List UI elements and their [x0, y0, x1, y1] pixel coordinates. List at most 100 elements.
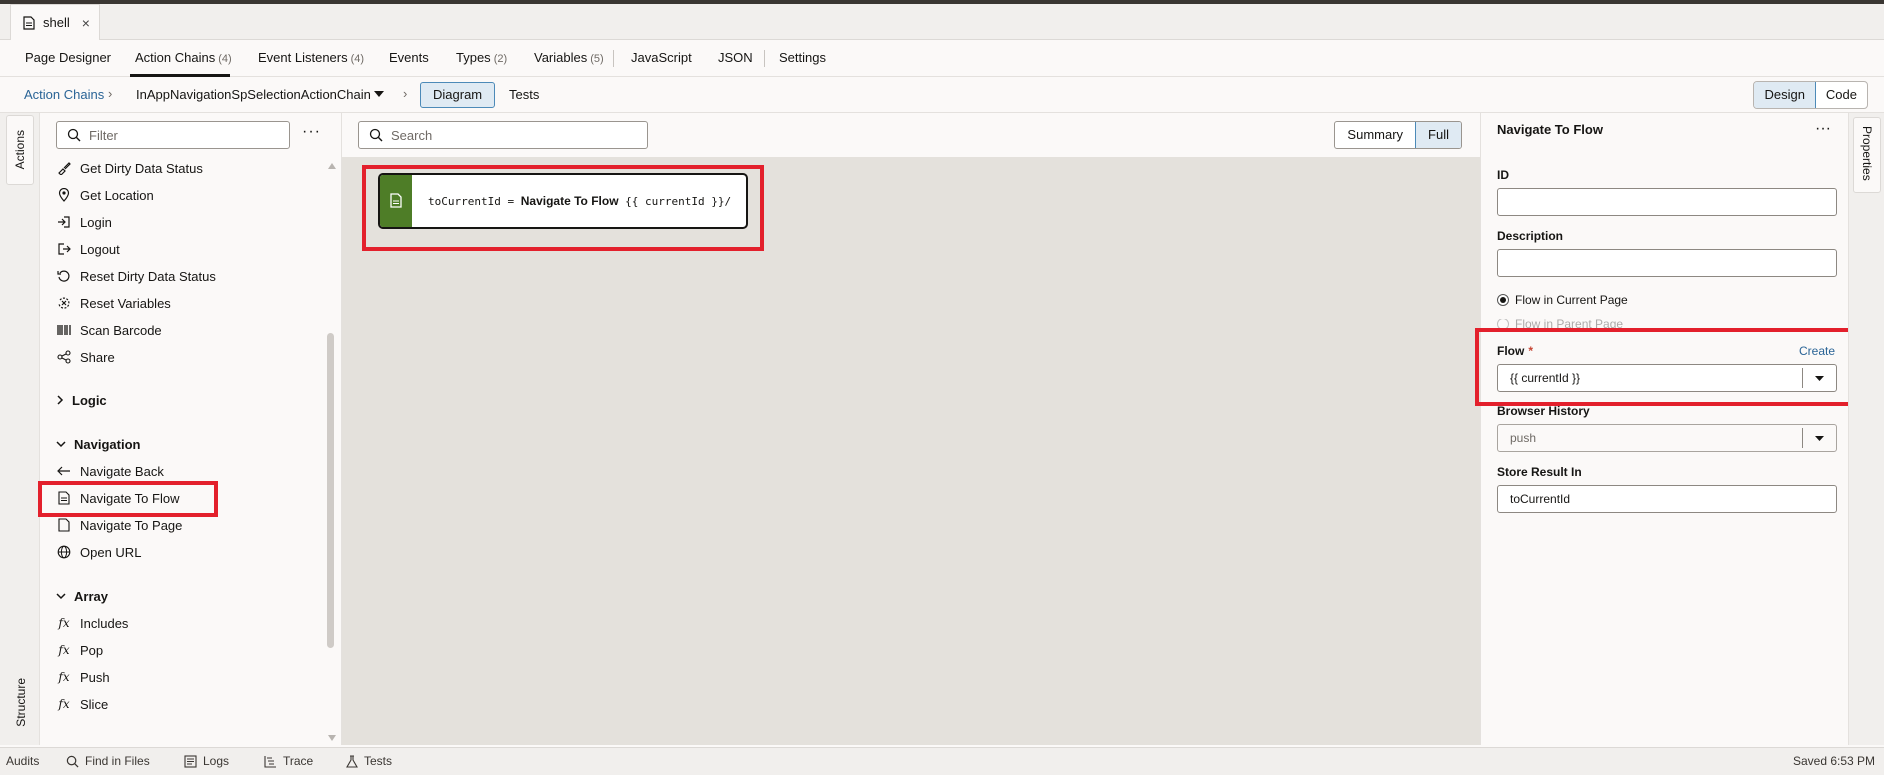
- status-label: Find in Files: [85, 754, 150, 768]
- tests-button[interactable]: Tests: [496, 82, 552, 108]
- status-label: Trace: [283, 754, 314, 768]
- right-tab-rail: Properties: [1848, 113, 1884, 745]
- palette-item-get-location[interactable]: Get Location: [56, 184, 154, 206]
- diagram-button[interactable]: Diagram: [420, 82, 496, 108]
- palette-item-pop[interactable]: fx Pop: [56, 639, 103, 661]
- breadcrumb-action-chains-link[interactable]: Action Chains: [24, 87, 104, 102]
- palette-item-navigate-back[interactable]: Navigate Back: [56, 460, 164, 482]
- file-doc-icon: [23, 15, 35, 30]
- palette-item-push[interactable]: fx Push: [56, 666, 110, 688]
- actions-palette: Filter ··· Get Dirty Data Status Get Loc…: [38, 113, 342, 745]
- tab-label: Types: [456, 50, 491, 65]
- section-label: Navigation: [74, 436, 141, 452]
- breadcrumb: Action Chains › InAppNavigationSpSelecti…: [0, 77, 1884, 113]
- tab-label: JavaScript: [631, 50, 692, 65]
- browser-history-select[interactable]: push: [1497, 424, 1837, 452]
- tab-label: Settings: [779, 50, 826, 65]
- search-icon: [67, 128, 81, 142]
- login-icon: [56, 214, 72, 230]
- full-button[interactable]: Full: [1415, 122, 1461, 148]
- tab-json[interactable]: JSON: [718, 50, 753, 65]
- filter-input[interactable]: Filter: [56, 121, 290, 149]
- tab-count: (2): [493, 53, 508, 65]
- palette-item-scan-barcode[interactable]: Scan Barcode: [56, 319, 162, 341]
- tab-event-listeners[interactable]: Event Listeners (4): [258, 50, 364, 65]
- code-button[interactable]: Code: [1816, 82, 1867, 108]
- palette-item-label: Share: [80, 349, 115, 365]
- tab-count: (5): [590, 53, 604, 65]
- status-logs[interactable]: Logs: [184, 754, 229, 768]
- more-options-icon[interactable]: ···: [1815, 120, 1831, 138]
- description-input[interactable]: [1497, 249, 1837, 277]
- close-icon[interactable]: ×: [82, 15, 90, 31]
- tab-events[interactable]: Events: [389, 50, 429, 65]
- status-audits[interactable]: Audits: [6, 754, 39, 768]
- section-label: Array: [74, 588, 108, 604]
- status-tests[interactable]: Tests: [346, 754, 392, 768]
- tab-types[interactable]: Types (2): [456, 50, 507, 65]
- caret-down-icon[interactable]: [374, 91, 384, 97]
- search-icon: [369, 128, 383, 142]
- tab-variables[interactable]: Variables (5): [534, 50, 604, 65]
- chevron-right-icon: ›: [403, 86, 408, 101]
- actions-rail-tab[interactable]: Actions: [6, 115, 34, 185]
- tab-page-designer[interactable]: Page Designer: [25, 50, 111, 65]
- tab-action-chains[interactable]: Action Chains (4): [135, 50, 232, 65]
- tab-separator: [613, 50, 614, 67]
- share-icon: [56, 349, 72, 365]
- palette-item-label: Reset Variables: [80, 295, 171, 311]
- status-trace[interactable]: Trace: [264, 754, 313, 768]
- id-input[interactable]: [1497, 188, 1837, 216]
- tab-settings[interactable]: Settings: [779, 50, 826, 65]
- section-array[interactable]: Array: [56, 585, 108, 607]
- tab-javascript[interactable]: JavaScript: [631, 50, 692, 65]
- palette-item-login[interactable]: Login: [56, 211, 112, 233]
- tab-count: (4): [218, 53, 232, 65]
- design-button[interactable]: Design: [1754, 82, 1816, 108]
- section-navigation[interactable]: Navigation: [56, 433, 140, 455]
- scroll-up-icon[interactable]: [328, 163, 336, 169]
- properties-rail-label: Properties: [1860, 126, 1874, 181]
- breadcrumb-current-chain[interactable]: InAppNavigationSpSelectionActionChain: [136, 87, 371, 102]
- status-find-in-files[interactable]: Find in Files: [66, 754, 150, 768]
- properties-title: Navigate To Flow: [1497, 122, 1603, 137]
- palette-item-reset-variables[interactable]: Reset Variables: [56, 292, 171, 314]
- palette-scrollbar[interactable]: [327, 333, 334, 648]
- palette-item-label: Scan Barcode: [80, 322, 162, 338]
- fx-icon: fx: [58, 616, 70, 630]
- store-result-input[interactable]: toCurrentId: [1497, 485, 1837, 513]
- palette-item-slice[interactable]: fx Slice: [56, 693, 108, 715]
- chevron-right-icon: [56, 395, 64, 405]
- palette-item-share[interactable]: Share: [56, 346, 115, 368]
- fx-icon: fx: [58, 643, 70, 657]
- palette-item-label: Slice: [80, 696, 109, 712]
- editor-tab-bar: Page Designer Action Chains (4) Event Lis…: [0, 40, 1884, 77]
- fx-icon: fx: [58, 670, 70, 684]
- canvas-search-input[interactable]: Search: [358, 121, 648, 149]
- browser-history-label: Browser History: [1497, 404, 1590, 418]
- diagram-canvas[interactable]: toCurrentId = Navigate To Flow {{ curren…: [342, 157, 1480, 745]
- highlight-navigate-to-flow: [38, 481, 218, 517]
- section-logic[interactable]: Logic: [56, 389, 107, 411]
- palette-item-reset-dirty-data-status[interactable]: Reset Dirty Data Status: [56, 265, 216, 287]
- structure-rail-tab[interactable]: Structure: [14, 678, 28, 727]
- palette-item-includes[interactable]: fx Includes: [56, 612, 128, 634]
- palette-item-logout[interactable]: Logout: [56, 238, 120, 260]
- palette-item-label: Push: [80, 669, 110, 685]
- palette-item-label: Open URL: [80, 544, 142, 560]
- left-tab-rail: Actions Structure: [0, 113, 40, 745]
- summary-button[interactable]: Summary: [1335, 122, 1415, 148]
- radio-flow-current-page[interactable]: Flow in Current Page: [1497, 293, 1628, 307]
- caret-down-icon[interactable]: [1802, 428, 1836, 448]
- file-tab-shell[interactable]: shell ×: [10, 4, 100, 40]
- tab-label: Action Chains: [135, 50, 216, 65]
- palette-item-open-url[interactable]: Open URL: [56, 541, 141, 563]
- scroll-down-icon[interactable]: [328, 735, 336, 741]
- palette-item-navigate-to-page[interactable]: Navigate To Page: [56, 514, 182, 536]
- properties-rail-tab[interactable]: Properties: [1853, 117, 1881, 193]
- palette-item-get-dirty-data-status[interactable]: Get Dirty Data Status: [56, 157, 203, 179]
- design-code-toggle: Design Code: [1753, 81, 1868, 109]
- more-options-icon[interactable]: ···: [302, 123, 321, 141]
- tab-label: Page Designer: [25, 50, 111, 65]
- status-saved: Saved 6:53 PM: [1793, 754, 1875, 768]
